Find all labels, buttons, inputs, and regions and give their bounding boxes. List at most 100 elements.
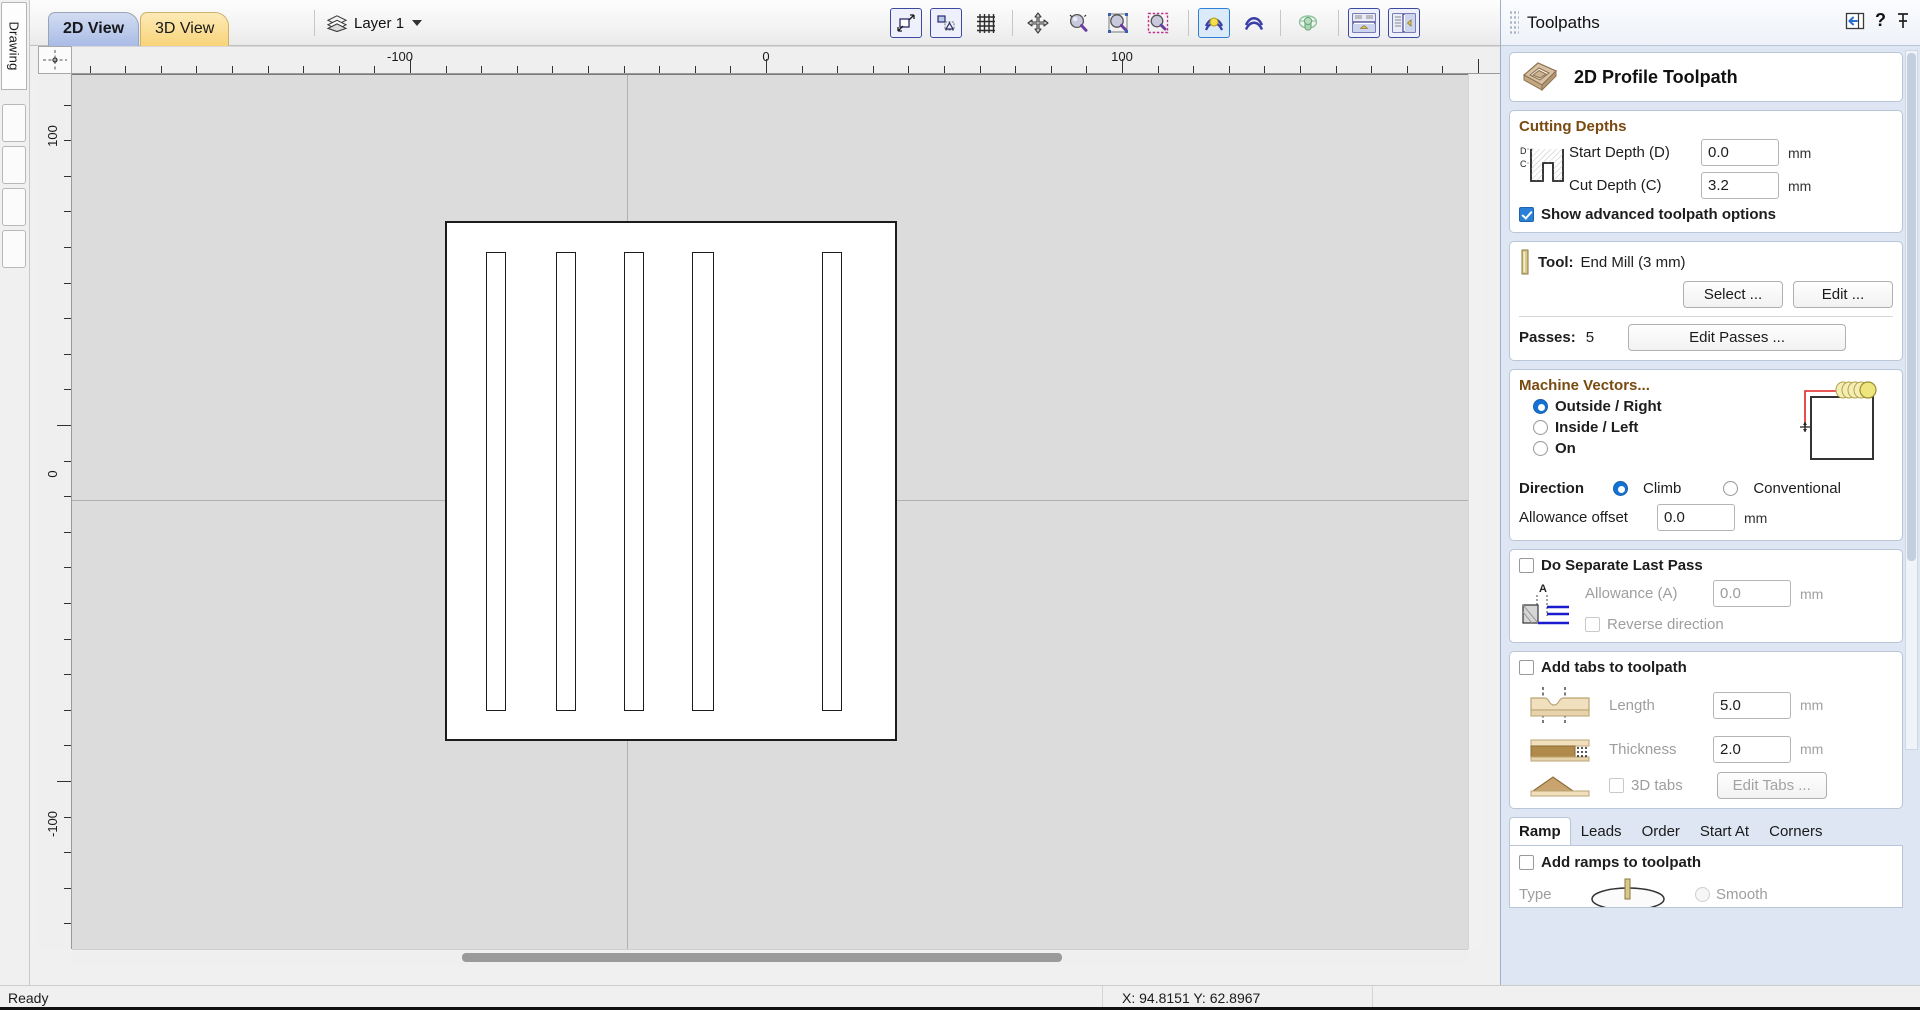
tab-length-input[interactable]: 5.0 — [1713, 691, 1791, 719]
left-tool-button-1[interactable] — [2, 104, 26, 142]
tab-start-at[interactable]: Start At — [1690, 817, 1759, 845]
toggle-toolpath-icon — [1244, 17, 1264, 31]
vruler-tick — [64, 852, 71, 854]
edit-tabs-button[interactable]: Edit Tabs ... — [1716, 771, 1827, 799]
direction-conventional-radio[interactable] — [1723, 481, 1739, 496]
toggle-grid-icon — [977, 14, 995, 33]
toggle-toolpath-preview-icon-button[interactable] — [1198, 8, 1230, 38]
slot-vector-4[interactable] — [692, 252, 714, 711]
slot-vector-1[interactable] — [486, 252, 506, 711]
pan-icon-button[interactable] — [1022, 8, 1054, 38]
direction-conventional-label: Conventional — [1753, 480, 1841, 497]
tabs-3d-label: 3D tabs — [1631, 776, 1683, 794]
slot-vector-3[interactable] — [624, 252, 644, 711]
cursor-coordinates: X: 94.8151 Y: 62.8967 — [1122, 990, 1261, 1006]
add-ramps-label: Add ramps to toolpath — [1541, 854, 1701, 871]
tab-2d-view[interactable]: 2D View — [48, 12, 140, 46]
vruler-label-100: 100 — [45, 125, 60, 147]
left-tool-button-4[interactable] — [2, 230, 26, 268]
left-tool-button-3[interactable] — [2, 188, 26, 226]
drawing-tab[interactable]: Drawing — [1, 2, 27, 90]
pin-icon[interactable] — [1896, 12, 1910, 30]
split-view-horizontal-icon-button[interactable] — [1348, 8, 1380, 38]
vruler-tick — [64, 389, 71, 391]
ramp-type-label: Type — [1519, 885, 1552, 903]
tool-select-button[interactable]: Select ... — [1683, 281, 1783, 308]
edit-passes-button[interactable]: Edit Passes ... — [1628, 324, 1847, 351]
ramp-smooth-radio[interactable] — [1695, 886, 1710, 902]
machine-vectors-outside-radio[interactable] — [1533, 399, 1548, 414]
tab-ramp[interactable]: Ramp — [1509, 817, 1571, 845]
zoom-to-drawing-icon-button[interactable] — [890, 8, 922, 38]
direction-climb-radio[interactable] — [1613, 481, 1628, 496]
allowance-offset-input[interactable]: 0.0 — [1657, 504, 1735, 531]
toolpaths-panel-scroll-thumb[interactable] — [1907, 53, 1916, 561]
tab-order[interactable]: Order — [1632, 817, 1690, 845]
tab-thickness-input[interactable]: 2.0 — [1713, 735, 1791, 763]
machine-vectors-on-radio[interactable] — [1533, 441, 1548, 456]
vruler-tick — [64, 282, 71, 284]
horizontal-ruler[interactable]: -100 0 100 — [72, 46, 1500, 74]
machine-vectors-on-label: On — [1555, 440, 1576, 457]
canvas-hscroll-thumb[interactable] — [462, 953, 1062, 962]
drawing-canvas[interactable] — [72, 74, 1468, 949]
tabs-3d-checkbox[interactable] — [1609, 777, 1624, 793]
hruler-tick — [1193, 66, 1195, 73]
hruler-tick — [730, 66, 732, 73]
tab-3d-view[interactable]: 3D View — [140, 12, 230, 46]
hruler-tick — [1371, 66, 1373, 73]
end-mill-icon — [1521, 249, 1529, 275]
machine-vectors-inside-radio[interactable] — [1533, 420, 1548, 435]
start-depth-unit: mm — [1788, 144, 1812, 161]
toolpath-type-name: 2D Profile Toolpath — [1574, 66, 1738, 87]
tab-corners[interactable]: Corners — [1759, 817, 1832, 845]
collapse-panel-icon[interactable] — [1845, 11, 1865, 31]
toggle-3d-preview-icon — [1298, 15, 1318, 31]
zoom-in-icon-button[interactable] — [1062, 8, 1094, 38]
reverse-direction-checkbox[interactable] — [1585, 617, 1600, 632]
machine-vectors-group: Machine Vectors... Outside / Right Insid… — [1509, 369, 1903, 541]
vruler-tick — [57, 781, 71, 782]
passes-value: 5 — [1585, 329, 1595, 346]
vruler-tick — [64, 531, 71, 533]
toggle-grid-icon-button[interactable] — [970, 8, 1002, 38]
tab-leads[interactable]: Leads — [1571, 817, 1632, 845]
add-ramps-checkbox[interactable] — [1519, 855, 1534, 870]
vruler-tick — [64, 175, 71, 177]
tab-length-icon — [1530, 687, 1590, 723]
separate-last-pass-checkbox[interactable] — [1519, 558, 1534, 573]
tool-edit-button[interactable]: Edit ... — [1793, 281, 1893, 308]
panel-grip-icon[interactable] — [1509, 9, 1519, 36]
cut-depth-input[interactable]: 3.2 — [1701, 172, 1779, 199]
zoom-extents-icon-button[interactable] — [1102, 8, 1134, 38]
hruler-tick — [1264, 66, 1266, 73]
layer-selector[interactable]: Layer 1 — [326, 10, 423, 36]
slot-vector-5[interactable] — [822, 252, 842, 711]
zoom-selected-icon-button[interactable] — [1142, 8, 1174, 38]
toggle-3d-preview-icon-button[interactable] — [1292, 8, 1324, 38]
start-depth-input[interactable]: 0.0 — [1701, 139, 1779, 166]
toolpaths-panel-scrollbar[interactable] — [1905, 50, 1918, 750]
zoom-to-selection-icon-button[interactable] — [930, 8, 962, 38]
toggle-toolpath-icon-button[interactable] — [1238, 8, 1270, 38]
help-icon[interactable]: ? — [1875, 10, 1886, 31]
canvas-vertical-scrollbar[interactable] — [1468, 74, 1482, 949]
ruler-origin-box[interactable] — [38, 46, 72, 74]
slot-vector-2[interactable] — [556, 252, 576, 711]
canvas-horizontal-scrollbar[interactable] — [72, 949, 1468, 965]
left-tool-button-2[interactable] — [2, 146, 26, 184]
toolpaths-panel: Toolpaths ? 2D Profile Toolpath Cutting … — [1500, 0, 1920, 985]
separate-last-pass-label: Do Separate Last Pass — [1541, 557, 1703, 574]
vertical-ruler[interactable]: 100 0 -100 — [38, 74, 72, 949]
status-text: Ready — [8, 990, 49, 1006]
split-view-vertical-icon-button[interactable] — [1388, 8, 1420, 38]
ruler-origin-icon — [43, 50, 67, 70]
hruler-tick — [125, 66, 127, 73]
hruler-tick — [1478, 59, 1479, 73]
vruler-tick — [64, 247, 71, 248]
tab-2d-view-label: 2D View — [63, 20, 125, 37]
tool-label: Tool: — [1538, 253, 1574, 271]
show-advanced-checkbox[interactable] — [1519, 207, 1534, 222]
last-pass-allowance-input[interactable]: 0.0 — [1713, 580, 1791, 607]
add-tabs-checkbox[interactable] — [1519, 660, 1534, 675]
